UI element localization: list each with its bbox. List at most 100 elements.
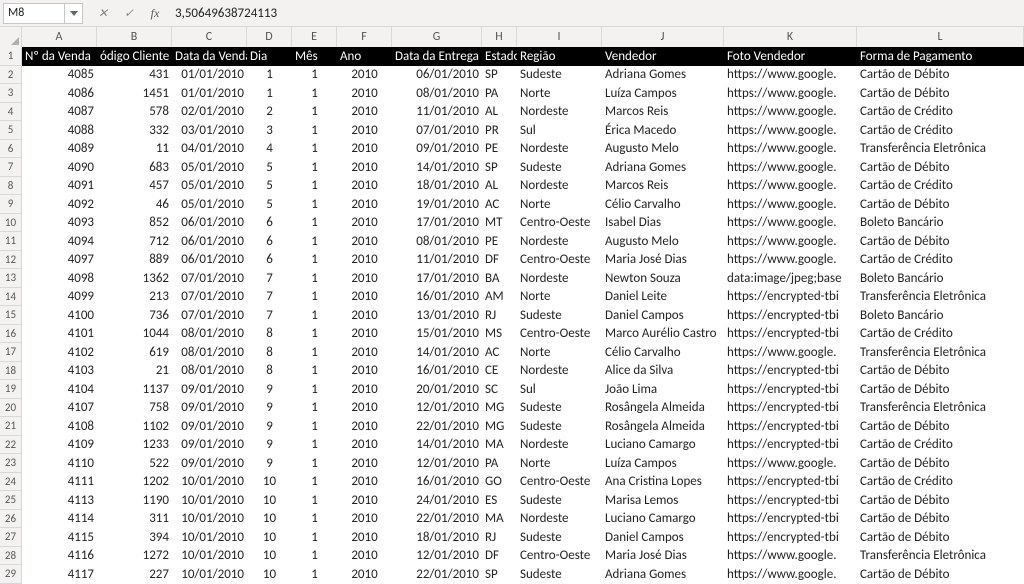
- cell[interactable]: Luciano Camargo: [602, 436, 724, 455]
- cell[interactable]: MG: [482, 417, 517, 436]
- cell[interactable]: 1: [292, 232, 337, 251]
- table-header-cell[interactable]: Estado: [482, 47, 517, 66]
- cell[interactable]: Transferência Eletrônica: [857, 343, 1024, 362]
- cell[interactable]: Sudeste: [517, 565, 602, 584]
- cell[interactable]: 09/01/2010: [172, 417, 247, 436]
- cell[interactable]: 7: [247, 288, 292, 307]
- cell[interactable]: Cartão de Crédito: [857, 251, 1024, 270]
- cell[interactable]: 08/01/2010: [172, 325, 247, 344]
- cell[interactable]: 4101: [22, 325, 97, 344]
- cell[interactable]: 2010: [337, 343, 392, 362]
- cell[interactable]: 2010: [337, 510, 392, 529]
- cell[interactable]: 213: [97, 288, 172, 307]
- cell[interactable]: 09/01/2010: [172, 454, 247, 473]
- cell[interactable]: https://www.google.: [724, 547, 857, 566]
- cell[interactable]: 1044: [97, 325, 172, 344]
- column-header-B[interactable]: B: [97, 27, 172, 47]
- cell[interactable]: 04/01/2010: [172, 140, 247, 159]
- cell[interactable]: 2010: [337, 547, 392, 566]
- cell[interactable]: Cartão de Débito: [857, 528, 1024, 547]
- cell[interactable]: 1: [292, 510, 337, 529]
- cell[interactable]: https://encrypted-tbi: [724, 399, 857, 418]
- cell[interactable]: 4088: [22, 121, 97, 140]
- cell[interactable]: 24/01/2010: [392, 491, 482, 510]
- cell[interactable]: Boleto Bancário: [857, 214, 1024, 233]
- cell[interactable]: Norte: [517, 84, 602, 103]
- cell[interactable]: DF: [482, 251, 517, 270]
- cell[interactable]: 10: [247, 510, 292, 529]
- cell[interactable]: Rosângela Almeida: [602, 417, 724, 436]
- cell[interactable]: 4102: [22, 343, 97, 362]
- row-header-21[interactable]: 21: [0, 417, 22, 436]
- cell[interactable]: SP: [482, 565, 517, 584]
- column-header-E[interactable]: E: [292, 27, 337, 47]
- cell[interactable]: 4116: [22, 547, 97, 566]
- row-header-18[interactable]: 18: [0, 362, 22, 381]
- cell[interactable]: Sudeste: [517, 306, 602, 325]
- cell[interactable]: SP: [482, 158, 517, 177]
- cell[interactable]: 09/01/2010: [172, 399, 247, 418]
- cell[interactable]: Norte: [517, 343, 602, 362]
- cell[interactable]: 17/01/2010: [392, 269, 482, 288]
- cell[interactable]: 5: [247, 195, 292, 214]
- cell[interactable]: Sudeste: [517, 399, 602, 418]
- cell[interactable]: https://encrypted-tbi: [724, 491, 857, 510]
- cell[interactable]: https://www.google.: [724, 195, 857, 214]
- cell[interactable]: 1: [292, 103, 337, 122]
- cell[interactable]: 1272: [97, 547, 172, 566]
- cell[interactable]: 2010: [337, 121, 392, 140]
- cell[interactable]: MT: [482, 214, 517, 233]
- cell[interactable]: 11: [97, 140, 172, 159]
- cell[interactable]: 06/01/2010: [172, 232, 247, 251]
- row-header-13[interactable]: 13: [0, 269, 22, 288]
- cell[interactable]: Norte: [517, 288, 602, 307]
- cell[interactable]: Boleto Bancário: [857, 269, 1024, 288]
- cell[interactable]: PE: [482, 140, 517, 159]
- column-header-K[interactable]: K: [724, 27, 857, 47]
- cell[interactable]: Nordeste: [517, 510, 602, 529]
- cell[interactable]: 4111: [22, 473, 97, 492]
- cell[interactable]: AL: [482, 103, 517, 122]
- cell[interactable]: 4091: [22, 177, 97, 196]
- cell[interactable]: 05/01/2010: [172, 177, 247, 196]
- cell[interactable]: Nordeste: [517, 269, 602, 288]
- table-header-cell[interactable]: ódigo Cliente: [97, 47, 172, 66]
- cell[interactable]: 12/01/2010: [392, 547, 482, 566]
- cell[interactable]: AC: [482, 195, 517, 214]
- cell[interactable]: PA: [482, 454, 517, 473]
- cell[interactable]: Cartão de Débito: [857, 362, 1024, 381]
- cell[interactable]: 4107: [22, 399, 97, 418]
- column-header-J[interactable]: J: [602, 27, 724, 47]
- cell[interactable]: 4100: [22, 306, 97, 325]
- cell[interactable]: 07/01/2010: [392, 121, 482, 140]
- cell[interactable]: 8: [247, 325, 292, 344]
- cell[interactable]: AM: [482, 288, 517, 307]
- cell[interactable]: 683: [97, 158, 172, 177]
- cell[interactable]: 1: [292, 565, 337, 584]
- cell[interactable]: Nordeste: [517, 140, 602, 159]
- cell[interactable]: 2010: [337, 362, 392, 381]
- row-header-24[interactable]: 24: [0, 473, 22, 492]
- cell[interactable]: https://encrypted-tbi: [724, 288, 857, 307]
- cell[interactable]: 394: [97, 528, 172, 547]
- cell[interactable]: 1: [292, 399, 337, 418]
- cell[interactable]: 2010: [337, 436, 392, 455]
- cell[interactable]: Transferência Eletrônica: [857, 140, 1024, 159]
- cell[interactable]: https://encrypted-tbi: [724, 528, 857, 547]
- cell[interactable]: Sul: [517, 380, 602, 399]
- cell[interactable]: https://www.google.: [724, 343, 857, 362]
- cell[interactable]: 17/01/2010: [392, 214, 482, 233]
- cell[interactable]: 08/01/2010: [392, 84, 482, 103]
- row-header-28[interactable]: 28: [0, 547, 22, 566]
- row-header-5[interactable]: 5: [0, 121, 22, 140]
- cell[interactable]: Marco Aurélio Castro: [602, 325, 724, 344]
- cell[interactable]: 4110: [22, 454, 97, 473]
- cell[interactable]: Maria José Dias: [602, 251, 724, 270]
- cell[interactable]: 06/01/2010: [172, 251, 247, 270]
- table-header-cell[interactable]: Data da Entrega: [392, 47, 482, 66]
- cell[interactable]: CE: [482, 362, 517, 381]
- cell[interactable]: 4085: [22, 66, 97, 85]
- cell[interactable]: Maria José Dias: [602, 547, 724, 566]
- cell[interactable]: https://www.google.: [724, 454, 857, 473]
- cell[interactable]: Augusto Melo: [602, 232, 724, 251]
